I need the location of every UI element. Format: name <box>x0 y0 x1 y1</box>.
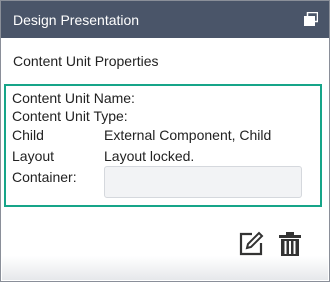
container-field[interactable] <box>104 166 302 198</box>
container-label: Container: <box>12 169 77 185</box>
layout-value: Layout locked. <box>104 148 195 164</box>
panel-titlebar: Design Presentation <box>1 1 329 38</box>
content-unit-type-label: Content Unit Type: <box>12 108 128 124</box>
design-presentation-panel: Design Presentation Content Unit Propert… <box>0 0 330 282</box>
properties-group: Content Unit Name: Content Unit Type: Ch… <box>4 84 322 207</box>
panel-title: Design Presentation <box>13 12 140 28</box>
section-title: Content Unit Properties <box>13 53 159 69</box>
restore-window-icon[interactable] <box>304 11 319 26</box>
trash-icon[interactable] <box>277 231 303 257</box>
panel-footer-shade <box>2 256 328 280</box>
child-value: External Component, Child <box>104 127 272 143</box>
edit-icon[interactable] <box>238 231 264 257</box>
layout-label: Layout <box>12 148 55 164</box>
child-label: Child <box>12 127 44 143</box>
content-unit-name-label: Content Unit Name: <box>12 90 135 106</box>
